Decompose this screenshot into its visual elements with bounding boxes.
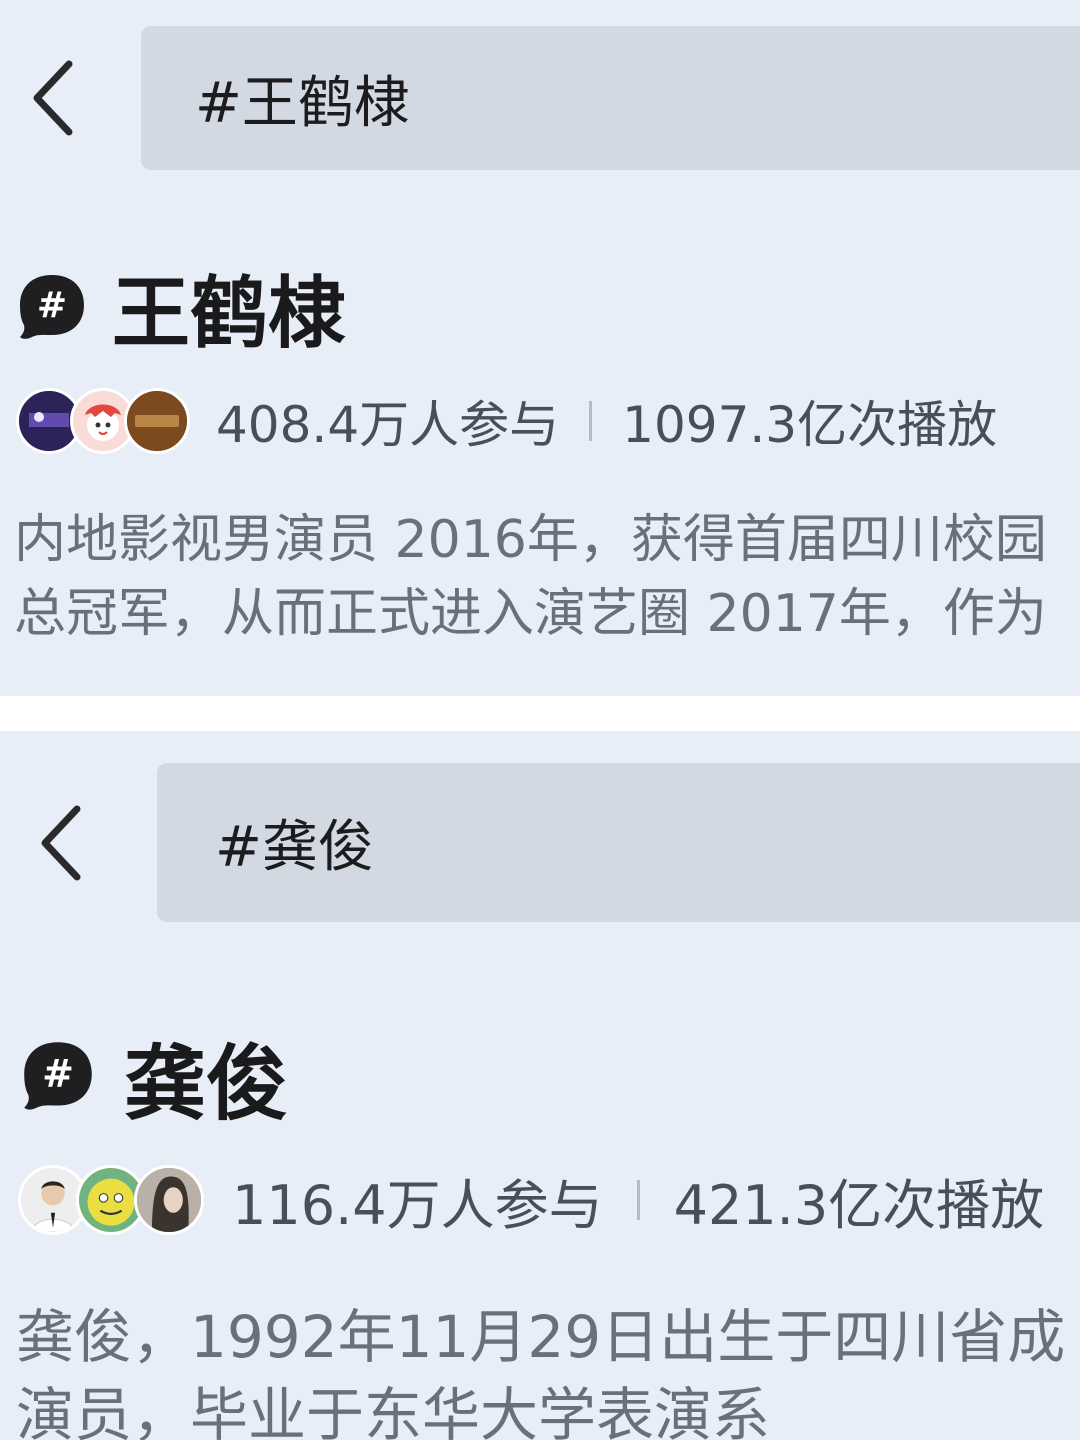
topic-page-wanghedi: #王鹤棣 # 王鹤棣 408.4万人参与 1097.3亿次播放 内地影视男演员 … [0, 0, 1080, 696]
svg-text:#: # [37, 285, 67, 326]
avatar[interactable] [124, 388, 190, 454]
topic-description-line: 总冠军，从而正式进入演艺圈 2017年，作为 [14, 584, 1047, 644]
topic-page-gongjun: #龚俊 # 龚俊 116.4万人参与 421.3亿次播放 龚俊，1992年11月… [0, 731, 1080, 1440]
participants-count: 408.4万人参与 [216, 396, 560, 454]
avatar-stack [18, 1165, 204, 1235]
stats-divider [636, 1180, 640, 1220]
topic-title-row: # 王鹤棣 [16, 262, 346, 359]
topic-title: 王鹤棣 [112, 269, 347, 359]
back-button[interactable] [14, 48, 94, 148]
search-box[interactable]: #王鹤棣 [141, 26, 1080, 170]
hashtag-icon: # [16, 271, 88, 343]
stats-row: 116.4万人参与 421.3亿次播放 [18, 1163, 1044, 1237]
stats-divider [589, 401, 593, 441]
search-text: #王鹤棣 [195, 70, 410, 136]
topic-description-line: 内地影视男演员 2016年，获得首届四川校园 [14, 510, 1047, 570]
topic-description-line: 演员，毕业于东华大学表演系 [16, 1381, 771, 1440]
search-box[interactable]: #龚俊 [157, 763, 1080, 922]
search-text: #龚俊 [215, 815, 374, 880]
back-button[interactable] [22, 793, 102, 893]
chevron-left-icon [41, 805, 81, 881]
topic-description-line: 龚俊，1992年11月29日出生于四川省成 [16, 1303, 1066, 1371]
chevron-left-icon [33, 60, 73, 136]
svg-text:#: # [42, 1052, 74, 1096]
topic-title: 龚俊 [124, 1036, 289, 1132]
avatar-stack [16, 388, 190, 454]
stats-row: 408.4万人参与 1097.3亿次播放 [16, 386, 997, 456]
participants-count: 116.4万人参与 [232, 1173, 603, 1237]
avatar[interactable] [134, 1165, 204, 1235]
play-count: 1097.3亿次播放 [622, 396, 998, 454]
topic-title-row: # 龚俊 [20, 1029, 288, 1132]
hashtag-icon: # [20, 1038, 96, 1114]
play-count: 421.3亿次播放 [673, 1173, 1045, 1237]
